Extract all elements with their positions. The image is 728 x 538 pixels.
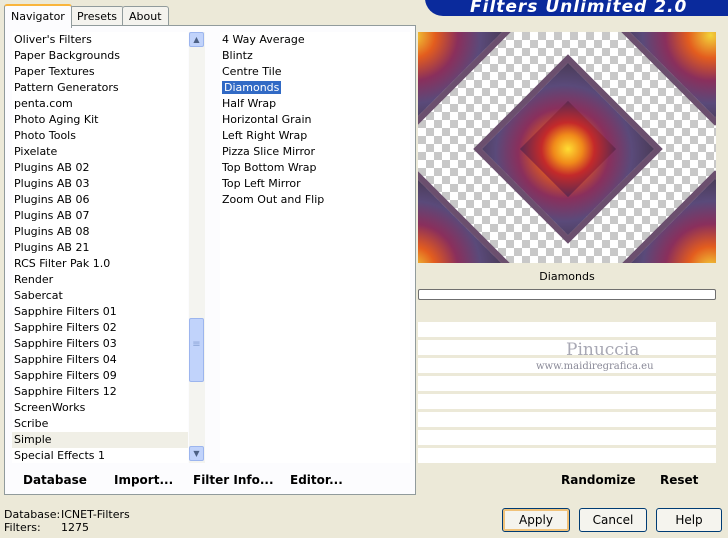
editor-button[interactable]: Editor... [290,473,343,487]
database-value: ICNET-Filters [61,508,130,521]
category-list[interactable]: Oliver's Filters Paper Backgrounds Paper T… [12,32,188,463]
reset-button[interactable]: Reset [660,473,698,487]
category-item[interactable]: Pixelate [12,144,188,160]
diamond-tr [620,32,716,126]
watermark-url: www.maidiregrafica.eu [536,361,654,372]
scroll-up-icon[interactable]: ▲ [189,32,204,47]
category-item[interactable]: Render [12,272,188,288]
category-item[interactable]: Sapphire Filters 02 [12,320,188,336]
filter-item[interactable]: Blintz [220,48,410,64]
category-item[interactable]: Pattern Generators [12,80,188,96]
category-item[interactable]: Special Effects 1 [12,448,188,463]
category-item[interactable]: Paper Backgrounds [12,48,188,64]
cancel-button[interactable]: Cancel [579,508,647,532]
scroll-down-icon[interactable]: ▼ [189,446,204,461]
grip-icon: ≡ [192,339,201,350]
category-item[interactable]: Paper Textures [12,64,188,80]
filter-item[interactable]: Top Bottom Wrap [220,160,410,176]
filters-label: Filters: [4,521,41,534]
watermark-name: Pinuccia [566,340,640,360]
category-item[interactable]: Sabercat [12,288,188,304]
filter-item[interactable]: Pizza Slice Mirror [220,144,410,160]
control-row [418,376,716,391]
help-button[interactable]: Help [656,508,722,532]
preview-image [418,32,716,263]
selected-filter-label: Diamonds [220,80,283,95]
category-item[interactable]: RCS Filter Pak 1.0 [12,256,188,272]
filter-info-button[interactable]: Filter Info... [193,473,274,487]
tab-about[interactable]: About [122,6,169,26]
category-item[interactable]: Oliver's Filters [12,32,188,48]
category-item[interactable]: Plugins AB 07 [12,208,188,224]
category-item[interactable]: Scribe [12,416,188,432]
diamond-bl [418,170,512,263]
app-title: Filters Unlimited 2.0 [470,0,688,17]
filter-item[interactable]: Zoom Out and Flip [220,192,410,208]
category-scrollbar[interactable]: ▲ ≡ ▼ [189,32,205,463]
category-item[interactable]: Plugins AB 06 [12,192,188,208]
category-item[interactable]: Plugins AB 08 [12,224,188,240]
category-item[interactable]: Sapphire Filters 03 [12,336,188,352]
control-row [418,394,716,409]
category-item[interactable]: penta.com [12,96,188,112]
category-item[interactable]: Sapphire Filters 12 [12,384,188,400]
randomize-button[interactable]: Randomize [561,473,635,487]
category-item[interactable]: Photo Aging Kit [12,112,188,128]
filter-item[interactable]: Horizontal Grain [220,112,410,128]
filters-value: 1275 [61,521,89,534]
apply-button[interactable]: Apply [502,508,570,532]
diamond-br [620,170,716,263]
filter-list[interactable]: 4 Way Average Blintz Centre Tile Diamonds Ha… [220,32,410,463]
diamond-center [473,54,663,244]
category-item[interactable]: Plugins AB 03 [12,176,188,192]
category-item[interactable]: Plugins AB 02 [12,160,188,176]
filter-item[interactable]: Centre Tile [220,64,410,80]
category-item[interactable]: Sapphire Filters 09 [12,368,188,384]
category-item[interactable]: ScreenWorks [12,400,188,416]
category-item[interactable]: Simple [12,432,188,448]
filter-item[interactable]: Left Right Wrap [220,128,410,144]
filter-item[interactable]: Top Left Mirror [220,176,410,192]
filter-item[interactable]: Half Wrap [220,96,410,112]
tab-presets[interactable]: Presets [70,6,125,26]
category-item[interactable]: Photo Tools [12,128,188,144]
category-item[interactable]: Sapphire Filters 01 [12,304,188,320]
control-row [418,322,716,337]
control-row [418,412,716,427]
database-label: Database: [4,508,61,521]
diamond-tl [418,32,512,126]
tab-navigator[interactable]: Navigator [4,4,72,28]
filter-item[interactable]: 4 Way Average [220,32,410,48]
scroll-thumb[interactable]: ≡ [189,318,204,382]
import-button[interactable]: Import... [114,473,173,487]
category-item[interactable]: Plugins AB 21 [12,240,188,256]
progress-bar [418,289,716,300]
filter-item[interactable]: Diamonds [220,80,410,96]
category-item[interactable]: Sapphire Filters 04 [12,352,188,368]
preview-label: Diamonds [539,270,595,283]
control-row [418,448,716,463]
control-row [418,430,716,445]
database-button[interactable]: Database [23,473,87,487]
